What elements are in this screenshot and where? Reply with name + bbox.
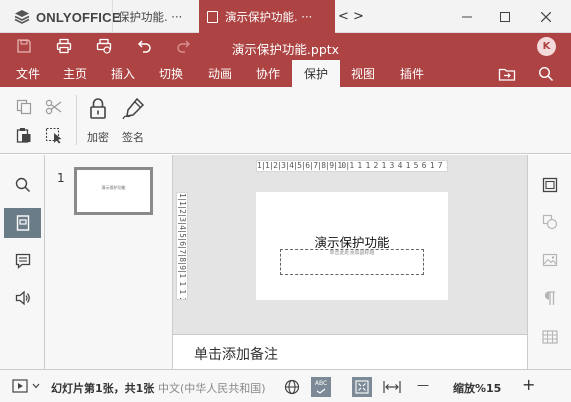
status-bar: 幻灯片第1张，共1张 中文(中华人民共和国) ABC — 缩放%15 + xyxy=(0,369,571,402)
select-all-icon[interactable] xyxy=(45,127,63,144)
slide-settings-icon xyxy=(542,177,558,193)
search-icon xyxy=(15,177,30,193)
vertical-ruler-labels: 1|1|2|3|4|5|6|7|8|9|1 1 1 2 1 3 1 4 1 5 … xyxy=(178,193,187,300)
shape-settings-button[interactable] xyxy=(540,212,560,232)
menu-view[interactable]: 视图 xyxy=(340,60,386,87)
menu-protection[interactable]: 保护 xyxy=(292,60,340,87)
subtitle-placeholder-text: 单击此处添加副标题 xyxy=(329,250,375,256)
zoom-out-button[interactable]: — xyxy=(417,378,429,392)
signature-label: 签名 xyxy=(122,131,144,144)
tabs-next-button[interactable]: > xyxy=(353,9,364,24)
sidebar-comments-button[interactable] xyxy=(4,246,41,276)
title-bar: ONLYOFFICE 保护功能. ··· 演示保护功能. ··· < > xyxy=(0,0,571,33)
minimize-button[interactable] xyxy=(448,0,486,33)
menu-animation[interactable]: 动画 xyxy=(197,60,243,87)
user-avatar[interactable]: K xyxy=(537,37,556,56)
copy-icon[interactable] xyxy=(16,99,32,115)
menu-transitions[interactable]: 切换 xyxy=(149,60,193,87)
tab-label: 演示保护功能. ··· xyxy=(225,9,313,24)
maximize-icon xyxy=(500,11,510,22)
subtitle-placeholder[interactable]: 单击此处添加副标题 xyxy=(280,249,424,275)
tab-label: 保护功能. ··· xyxy=(118,9,183,24)
toolbar-divider xyxy=(76,95,77,145)
save-icon[interactable] xyxy=(16,38,32,54)
menu-collaboration[interactable]: 协作 xyxy=(245,60,291,87)
quick-print-icon[interactable] xyxy=(96,38,112,54)
globe-icon[interactable] xyxy=(284,379,300,395)
search-icon[interactable] xyxy=(538,66,554,82)
document-language[interactable]: 中文(中华人民共和国) xyxy=(158,380,266,396)
minimize-icon xyxy=(462,16,472,17)
zoom-level[interactable]: 缩放%15 xyxy=(453,380,501,396)
notes-placeholder: 单击添加备注 xyxy=(194,347,278,363)
fit-slide-button[interactable] xyxy=(352,377,372,397)
fit-width-icon[interactable] xyxy=(383,380,401,394)
slides-icon xyxy=(16,215,29,231)
zoom-in-button[interactable]: + xyxy=(522,375,535,394)
spell-check-icon: ABC xyxy=(314,380,328,387)
checkmark-icon xyxy=(316,388,326,394)
close-icon xyxy=(541,11,551,22)
sidebar-slides-button[interactable] xyxy=(4,208,41,238)
undo-icon[interactable] xyxy=(136,38,152,54)
app-name: ONLYOFFICE xyxy=(36,9,121,25)
sidebar-search-button[interactable] xyxy=(4,170,41,200)
shape-icon xyxy=(542,214,558,230)
sidebar-feedback-button[interactable] xyxy=(4,283,41,313)
slide[interactable]: 演示保护功能 单击此处添加副标题 xyxy=(256,192,448,300)
signature-pen-icon xyxy=(122,97,145,120)
paragraph-icon xyxy=(544,291,555,305)
close-button[interactable] xyxy=(527,0,565,33)
slide-thumbnail[interactable]: 演示保护功能 xyxy=(74,167,153,215)
slide-number: 1 xyxy=(57,171,65,185)
spell-check-button[interactable]: ABC xyxy=(311,377,331,397)
document-icon xyxy=(207,10,218,23)
menu-bar: 文件 主页 插入 切换 动画 协作 保护 视图 插件 xyxy=(0,60,571,87)
lock-icon xyxy=(90,98,106,119)
chevron-down-icon xyxy=(32,383,40,389)
open-file-location-icon[interactable] xyxy=(498,66,516,82)
protection-toolbar: 加密 签名 xyxy=(0,87,571,154)
comments-icon xyxy=(15,253,30,269)
maximize-button[interactable] xyxy=(486,0,524,33)
horizontal-ruler: 1|1|2|3|4|5|6|7|8|9|10|1 1 1 2 1 3 4 1 5… xyxy=(256,160,448,172)
right-sidebar xyxy=(527,155,571,369)
tabs-prev-button[interactable]: < xyxy=(338,9,349,24)
menu-home[interactable]: 主页 xyxy=(53,60,97,87)
vertical-ruler: 1|1|2|3|4|5|6|7|8|9|1 1 1 2 1 3 1 4 1 5 … xyxy=(176,192,188,300)
fit-to-slide-icon xyxy=(355,380,369,394)
table-icon xyxy=(542,330,558,344)
table-settings-button[interactable] xyxy=(540,327,560,347)
speaker-icon xyxy=(15,290,30,306)
paragraph-settings-button[interactable] xyxy=(540,288,560,308)
tab-document-1[interactable]: 保护功能. ··· xyxy=(112,0,197,33)
image-icon xyxy=(542,253,558,267)
encrypt-button[interactable]: 加密 xyxy=(84,95,112,147)
document-header: 演示保护功能.pptx K xyxy=(0,33,571,60)
menu-plugins[interactable]: 插件 xyxy=(388,60,436,87)
thumbnail-title: 演示保护功能 xyxy=(101,185,126,190)
paste-icon[interactable] xyxy=(16,127,32,143)
encrypt-label: 加密 xyxy=(87,131,109,144)
notes-panel[interactable]: 单击添加备注 xyxy=(173,334,527,369)
start-slideshow-button[interactable] xyxy=(12,379,40,393)
cut-icon[interactable] xyxy=(45,99,63,115)
menu-insert[interactable]: 插入 xyxy=(101,60,145,87)
print-icon[interactable] xyxy=(56,38,72,54)
signature-button[interactable]: 签名 xyxy=(119,95,147,147)
slide-settings-button[interactable] xyxy=(540,175,560,195)
redo-icon[interactable] xyxy=(176,38,192,54)
slide-count: 幻灯片第1张，共1张 xyxy=(51,382,155,395)
menu-file[interactable]: 文件 xyxy=(6,60,50,87)
document-title: 演示保护功能.pptx xyxy=(231,42,340,57)
app-logo: ONLYOFFICE xyxy=(14,9,121,25)
tab-document-2-active[interactable]: 演示保护功能. ··· xyxy=(199,0,335,33)
onlyoffice-logo-icon xyxy=(14,10,30,24)
image-settings-button[interactable] xyxy=(540,250,560,270)
play-icon xyxy=(12,379,28,393)
